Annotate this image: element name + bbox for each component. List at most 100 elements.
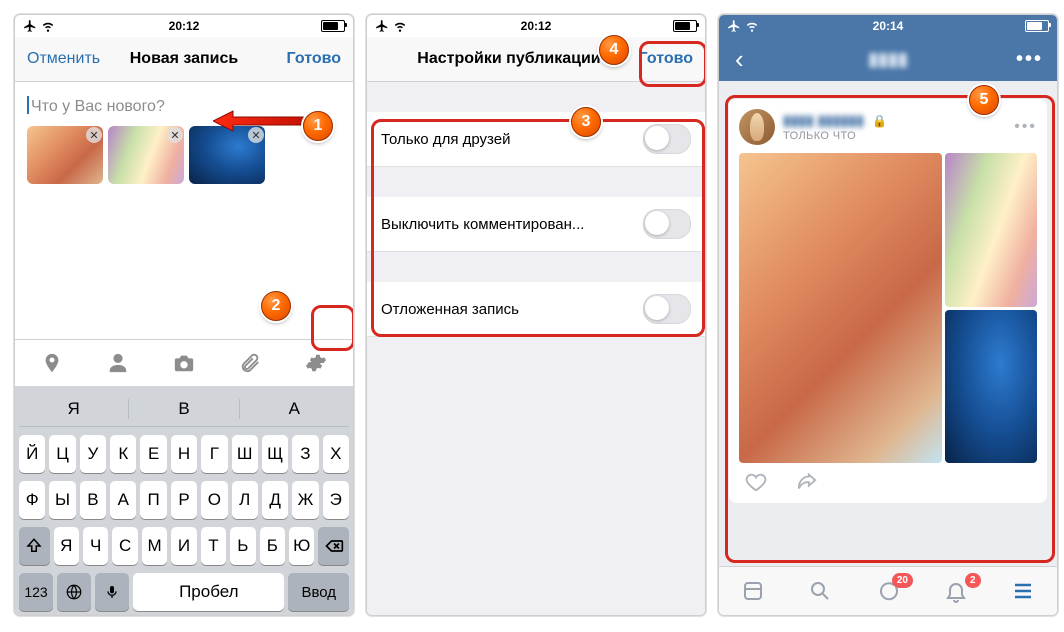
- backspace-key[interactable]: [318, 527, 349, 565]
- key-Й[interactable]: Й: [19, 435, 45, 473]
- key-Э[interactable]: Э: [323, 481, 349, 519]
- post-photos[interactable]: [739, 153, 1037, 463]
- nav-title-blurred: ▮▮▮▮: [868, 49, 908, 70]
- key-Л[interactable]: Л: [232, 481, 258, 519]
- setting-disable-comments[interactable]: Выключить комментирован...: [367, 197, 705, 252]
- key-Ц[interactable]: Ц: [49, 435, 75, 473]
- post-card: ▮▮▮▮ ▮▮▮▮▮▮ 🔒 ТОЛЬКО ЧТО •••: [729, 99, 1047, 503]
- suggestion[interactable]: А: [240, 399, 349, 419]
- setting-friends-only[interactable]: Только для друзей: [367, 112, 705, 167]
- phone-screen-3: 20:14 ‹ ▮▮▮▮ ••• ▮▮▮▮ ▮▮▮▮▮▮ 🔒 ТОЛЬКО ЧТ…: [718, 14, 1058, 616]
- key-П[interactable]: П: [140, 481, 166, 519]
- enter-key[interactable]: Ввод: [288, 573, 349, 611]
- key-К[interactable]: К: [110, 435, 136, 473]
- setting-scheduled-post[interactable]: Отложенная запись: [367, 282, 705, 337]
- tab-news[interactable]: [740, 578, 766, 604]
- done-button[interactable]: Готово: [633, 50, 699, 68]
- gear-icon[interactable]: [303, 350, 329, 376]
- toggle-switch[interactable]: [643, 294, 691, 324]
- key-Ж[interactable]: Ж: [292, 481, 318, 519]
- key-Ф[interactable]: Ф: [19, 481, 45, 519]
- key-М[interactable]: М: [142, 527, 167, 565]
- badge-notifications: 2: [965, 573, 981, 588]
- done-button[interactable]: Готово: [281, 50, 347, 68]
- remove-icon[interactable]: ✕: [248, 127, 264, 143]
- phone-screen-2: 20:12 Настройки публикации Готово Только…: [366, 14, 706, 616]
- mic-key[interactable]: [95, 573, 129, 611]
- share-button[interactable]: [795, 471, 819, 493]
- space-key[interactable]: Пробел: [133, 573, 284, 611]
- suggestion[interactable]: В: [129, 399, 239, 419]
- key-З[interactable]: З: [292, 435, 318, 473]
- key-Я[interactable]: Я: [54, 527, 79, 565]
- shift-key[interactable]: [19, 527, 50, 565]
- key-Т[interactable]: Т: [201, 527, 226, 565]
- toggle-switch[interactable]: [643, 124, 691, 154]
- key-Х[interactable]: Х: [323, 435, 349, 473]
- like-button[interactable]: [745, 471, 767, 493]
- key-И[interactable]: И: [171, 527, 196, 565]
- suggestion[interactable]: Я: [19, 399, 129, 419]
- setting-label: Выключить комментирован...: [381, 216, 584, 233]
- key-Щ[interactable]: Щ: [262, 435, 288, 473]
- key-Ь[interactable]: Ь: [230, 527, 255, 565]
- key-Г[interactable]: Г: [201, 435, 227, 473]
- compose-input[interactable]: Что у Вас нового?: [27, 92, 341, 126]
- globe-key[interactable]: [57, 573, 91, 611]
- camera-icon[interactable]: [171, 350, 197, 376]
- post-actions: [739, 463, 1037, 497]
- tab-bar: 20 2: [719, 566, 1057, 615]
- callout-2: 2: [261, 291, 291, 321]
- key-Е[interactable]: Е: [140, 435, 166, 473]
- post-photo[interactable]: [945, 310, 1037, 464]
- status-bar: 20:12: [15, 15, 353, 37]
- keyboard: Я В А ЙЦУКЕНГШЩЗХ ФЫВАПРОЛДЖЭ ЯЧСМИТЬБЮ …: [15, 386, 353, 615]
- feed-body: ▮▮▮▮ ▮▮▮▮▮▮ 🔒 ТОЛЬКО ЧТО •••: [719, 81, 1057, 566]
- post-photo[interactable]: [945, 153, 1037, 307]
- toggle-switch[interactable]: [643, 209, 691, 239]
- photo-thumbnail[interactable]: ✕: [27, 126, 103, 184]
- key-Ы[interactable]: Ы: [49, 481, 75, 519]
- numeric-key[interactable]: 123: [19, 573, 53, 611]
- post-author-blurred[interactable]: ▮▮▮▮ ▮▮▮▮▮▮: [783, 112, 864, 128]
- tab-messages[interactable]: 20: [875, 578, 901, 604]
- status-time: 20:14: [873, 19, 904, 33]
- key-Ч[interactable]: Ч: [83, 527, 108, 565]
- key-А[interactable]: А: [110, 481, 136, 519]
- tab-menu[interactable]: [1010, 578, 1036, 604]
- battery-icon: [321, 20, 345, 32]
- avatar[interactable]: [739, 109, 775, 145]
- key-В[interactable]: В: [80, 481, 106, 519]
- more-button[interactable]: •••: [1008, 48, 1051, 71]
- settings-list: Только для друзей Выключить комментирова…: [367, 82, 705, 615]
- back-button[interactable]: ‹: [725, 46, 754, 72]
- attachment-icon[interactable]: [237, 350, 263, 376]
- photo-thumbnail[interactable]: ✕: [189, 126, 265, 184]
- key-У[interactable]: У: [80, 435, 106, 473]
- key-Б[interactable]: Б: [260, 527, 285, 565]
- key-Ю[interactable]: Ю: [289, 527, 314, 565]
- tab-notifications[interactable]: 2: [943, 578, 969, 604]
- post-more-button[interactable]: •••: [1014, 118, 1037, 136]
- compose-area: Что у Вас нового? ✕ ✕ ✕: [15, 82, 353, 194]
- photo-thumbnail[interactable]: ✕: [108, 126, 184, 184]
- key-Н[interactable]: Н: [171, 435, 197, 473]
- lock-icon: 🔒: [872, 114, 887, 128]
- location-icon[interactable]: [39, 350, 65, 376]
- key-Д[interactable]: Д: [262, 481, 288, 519]
- key-С[interactable]: С: [112, 527, 137, 565]
- compose-toolbar: [15, 339, 353, 386]
- key-О[interactable]: О: [201, 481, 227, 519]
- remove-icon[interactable]: ✕: [167, 127, 183, 143]
- person-icon[interactable]: [105, 350, 131, 376]
- tab-search[interactable]: [807, 578, 833, 604]
- post-photo[interactable]: [739, 153, 942, 463]
- key-Р[interactable]: Р: [171, 481, 197, 519]
- phone-screen-1: 20:12 Отменить Новая запись Готово Что у…: [14, 14, 354, 616]
- key-Ш[interactable]: Ш: [232, 435, 258, 473]
- keyboard-suggestions: Я В А: [19, 392, 349, 427]
- cancel-button[interactable]: Отменить: [21, 50, 106, 68]
- compose-placeholder: Что у Вас нового?: [31, 98, 165, 115]
- remove-icon[interactable]: ✕: [86, 127, 102, 143]
- nav-title: Настройки публикации: [417, 50, 600, 68]
